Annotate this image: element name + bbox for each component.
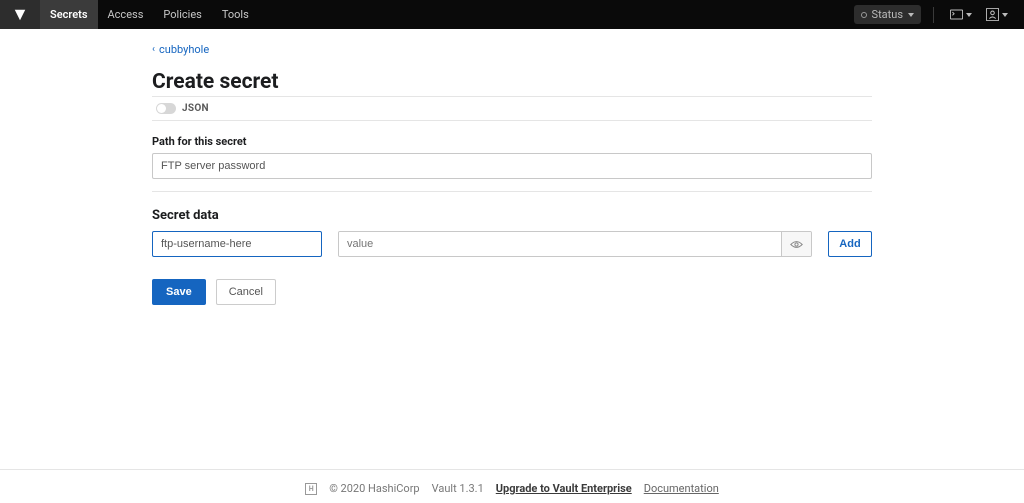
action-buttons: Save Cancel [152, 279, 872, 305]
secret-data-title: Secret data [152, 208, 872, 223]
footer-version: Vault 1.3.1 [432, 482, 484, 495]
footer-copyright: © 2020 HashiCorp [329, 482, 419, 495]
chevron-down-icon [1002, 13, 1008, 17]
status-menu[interactable]: Status [854, 5, 921, 24]
status-indicator-icon [861, 12, 867, 18]
add-button[interactable]: Add [828, 231, 872, 257]
secret-value-wrap [338, 231, 812, 257]
hashicorp-logo-icon: H [305, 483, 317, 495]
breadcrumb-parent: cubbyhole [159, 43, 209, 56]
main-container: ‹ cubbyhole Create secret JSON Path for … [152, 43, 872, 469]
console-menu[interactable] [946, 6, 976, 23]
json-toggle-label: JSON [182, 103, 209, 114]
nav-tab-access[interactable]: Access [98, 0, 154, 29]
status-label: Status [872, 8, 903, 21]
page-title: Create secret [152, 70, 872, 94]
navbar-right: Status [854, 5, 1012, 24]
secret-value-input[interactable] [339, 232, 781, 256]
breadcrumb-caret-icon: ‹ [152, 44, 155, 55]
toggle-visibility-button[interactable] [781, 232, 811, 256]
console-icon [950, 9, 963, 20]
vault-logo-icon [13, 8, 27, 22]
top-navbar: Secrets Access Policies Tools Status [0, 0, 1024, 29]
divider [933, 7, 934, 23]
vault-logo[interactable] [0, 0, 40, 29]
section-divider [152, 191, 872, 192]
secret-key-input[interactable] [152, 231, 322, 257]
footer-documentation-link[interactable]: Documentation [644, 482, 719, 495]
footer: H © 2020 HashiCorp Vault 1.3.1 Upgrade t… [0, 469, 1024, 503]
footer-upgrade-link[interactable]: Upgrade to Vault Enterprise [496, 482, 632, 495]
kv-row: Add [152, 231, 872, 257]
chevron-down-icon [908, 13, 914, 17]
path-field-label: Path for this secret [152, 135, 872, 148]
user-icon [986, 8, 999, 21]
user-menu[interactable] [982, 5, 1012, 24]
nav-tab-secrets[interactable]: Secrets [40, 0, 98, 29]
breadcrumb[interactable]: ‹ cubbyhole [152, 43, 872, 56]
path-input[interactable] [152, 153, 872, 179]
nav-tab-policies[interactable]: Policies [153, 0, 211, 29]
chevron-down-icon [966, 13, 972, 17]
navbar-left: Secrets Access Policies Tools [0, 0, 259, 29]
cancel-button[interactable]: Cancel [216, 279, 276, 305]
save-button[interactable]: Save [152, 279, 206, 305]
toggle-knob [157, 104, 166, 113]
json-toggle-row: JSON [152, 96, 872, 121]
eye-icon [790, 240, 803, 249]
json-toggle[interactable] [156, 103, 176, 114]
nav-tab-tools[interactable]: Tools [212, 0, 259, 29]
